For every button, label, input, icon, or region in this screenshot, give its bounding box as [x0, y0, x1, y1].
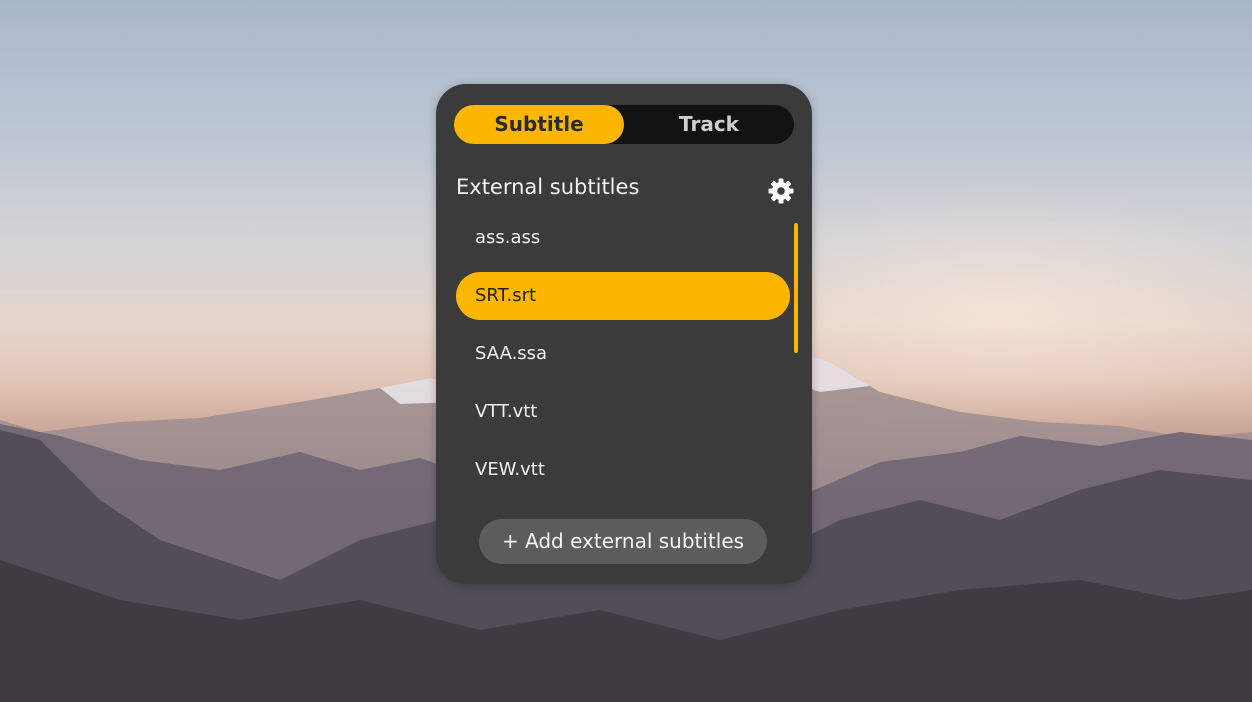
subtitle-item-ssa[interactable]: SAA.ssa — [456, 330, 790, 378]
gear-icon[interactable] — [767, 177, 795, 205]
background-scene: Subtitle Track External subtitles ass.as… — [0, 0, 1252, 702]
tab-subtitle[interactable]: Subtitle — [454, 105, 624, 144]
subtitle-item-vew[interactable]: VEW.vtt — [456, 446, 790, 494]
list-scrollbar[interactable] — [794, 223, 798, 353]
subtitle-item-srt[interactable]: SRT.srt — [456, 272, 790, 320]
add-external-subtitles-button[interactable]: + Add external subtitles — [479, 519, 767, 564]
tab-bar: Subtitle Track — [454, 105, 794, 144]
section-title: External subtitles — [456, 175, 640, 199]
subtitle-item-vtt[interactable]: VTT.vtt — [456, 388, 790, 436]
subtitle-panel: Subtitle Track External subtitles ass.as… — [436, 84, 812, 584]
tab-track[interactable]: Track — [624, 105, 794, 144]
subtitle-item-ass[interactable]: ass.ass — [456, 214, 790, 262]
subtitle-list: ass.ass SRT.srt SAA.ssa VTT.vtt VEW.vtt — [456, 214, 790, 504]
